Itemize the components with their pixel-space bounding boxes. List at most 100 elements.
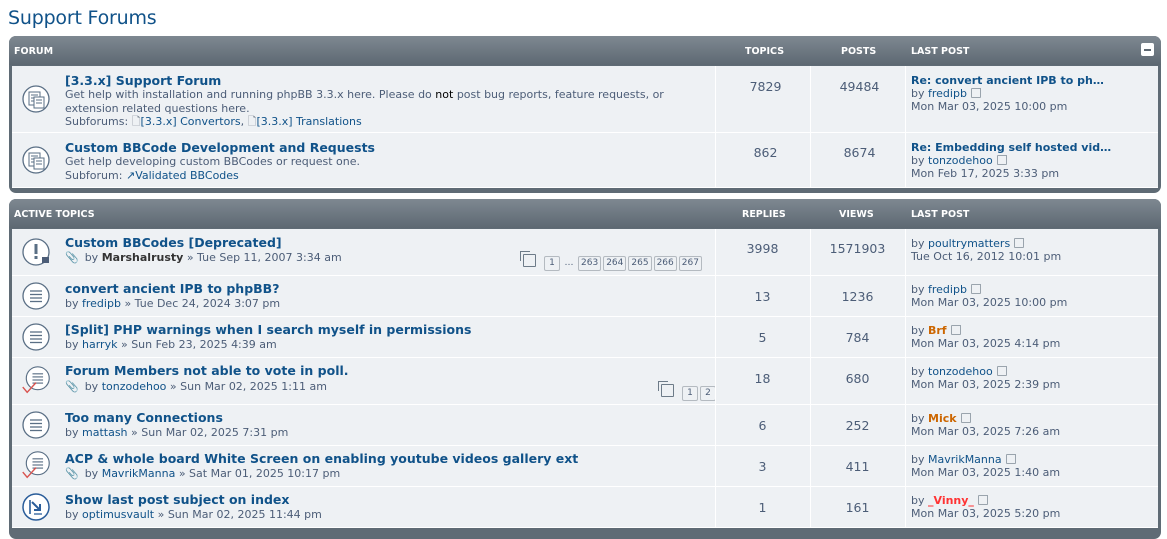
topic-meta: by fredipb » Tue Dec 24, 2024 3:07 pm: [65, 297, 281, 310]
topic-title[interactable]: Forum Members not able to vote in poll.: [65, 363, 349, 378]
last-post: by MavrikManna Mon Mar 03, 2025 1:40 am: [911, 453, 1061, 479]
last-post-date: Mon Mar 03, 2025 7:26 am: [911, 425, 1061, 438]
header-posts: POSTS: [841, 46, 877, 57]
view-latest-post-icon[interactable]: [977, 495, 988, 505]
last-post: Re: convert ancient IPB to ph… by fredip…: [911, 74, 1104, 113]
topic-meta: 📎 by tonzodehoo » Sun Mar 02, 2025 1:11 a…: [65, 380, 327, 393]
topic-row: convert ancient IPB to phpBB? by fredipb…: [12, 276, 1158, 317]
topic-read-icon: [22, 323, 50, 351]
topic-read-icon: [22, 411, 50, 439]
attachment-icon: 📎: [65, 251, 79, 264]
view-latest-post-icon[interactable]: [996, 155, 1007, 165]
view-latest-post-icon[interactable]: [1014, 238, 1025, 248]
last-post-user[interactable]: tonzodehoo: [928, 154, 993, 167]
last-post-date: Mon Mar 03, 2025 4:14 pm: [911, 337, 1061, 350]
last-post-user[interactable]: Mick: [928, 412, 957, 425]
forum-read-icon: [22, 146, 50, 174]
last-post-date: Mon Feb 17, 2025 3:33 pm: [911, 167, 1060, 180]
last-post-date: Mon Mar 03, 2025 2:39 pm: [911, 378, 1061, 391]
topic-author[interactable]: harryk: [82, 338, 117, 351]
last-post-title[interactable]: Re: Embedding self hosted vid…: [911, 141, 1111, 154]
topic-author[interactable]: tonzodehoo: [102, 380, 167, 393]
replies-count: 6: [758, 418, 767, 433]
topic-title[interactable]: Too many Connections: [65, 410, 223, 425]
forum-row: [3.3.x] Support Forum Get help with inst…: [12, 66, 1158, 133]
topic-meta: 📎 by MavrikManna » Sat Mar 01, 2025 10:17…: [65, 467, 341, 480]
view-latest-post-icon[interactable]: [970, 88, 981, 98]
views-count: 784: [845, 330, 870, 345]
last-post-user[interactable]: poultrymatters: [928, 237, 1010, 250]
replies-count: 3998: [746, 241, 779, 256]
topic-title[interactable]: convert ancient IPB to phpBB?: [65, 281, 279, 296]
last-post-date: Mon Mar 03, 2025 1:40 am: [911, 466, 1061, 479]
views-count: 1236: [841, 289, 874, 304]
topic-title[interactable]: [Split] PHP warnings when I search mysel…: [65, 322, 471, 337]
last-post: by poultrymatters Tue Oct 16, 2012 10:01…: [911, 237, 1062, 263]
last-post-date: Mon Mar 03, 2025 10:00 pm: [911, 100, 1068, 113]
views-count: 1571903: [829, 241, 886, 256]
views-count: 252: [845, 418, 870, 433]
page-link[interactable]: 1: [544, 256, 560, 271]
header-last-post: LAST POST: [911, 209, 970, 220]
posts-count: 8674: [843, 145, 876, 160]
pages-icon: [658, 381, 674, 397]
topic-row: ACP & whole board White Screen on enabli…: [12, 446, 1158, 487]
page-link[interactable]: 265: [628, 256, 652, 271]
forums-header: FORUM TOPICS POSTS LAST POST: [9, 36, 1161, 65]
topic-author[interactable]: fredipb: [82, 297, 121, 310]
topics-header: ACTIVE TOPICS REPLIES VIEWS LAST POST: [9, 199, 1161, 228]
page-link[interactable]: 264: [603, 256, 627, 271]
last-post-user[interactable]: fredipb: [928, 283, 967, 296]
subforums-label: Subforum:: [65, 168, 123, 182]
last-post: by Mick Mon Mar 03, 2025 7:26 am: [911, 412, 1061, 438]
view-latest-post-icon[interactable]: [950, 325, 961, 335]
subforum-link[interactable]: Validated BBCodes: [135, 169, 239, 182]
forum-title[interactable]: Custom BBCode Development and Requests: [65, 140, 375, 155]
topic-read-icon: [22, 282, 50, 310]
view-latest-post-icon[interactable]: [960, 413, 971, 423]
active-topics-panel: ACTIVE TOPICS REPLIES VIEWS LAST POST Cu…: [9, 199, 1161, 539]
topic-author[interactable]: mattash: [82, 426, 128, 439]
page-link[interactable]: 2: [700, 386, 716, 401]
view-latest-post-icon[interactable]: [996, 366, 1007, 376]
header-active-topics: ACTIVE TOPICS: [14, 209, 95, 220]
page-link[interactable]: 263: [578, 256, 602, 271]
pagination: 1 … 263 264 265 266 267: [520, 251, 702, 271]
subforum-link[interactable]: [3.3.x] Translations: [256, 115, 361, 128]
page-ellipsis: …: [564, 258, 574, 268]
page-link[interactable]: 1: [682, 386, 698, 401]
page-link[interactable]: 266: [653, 256, 677, 271]
last-post-user[interactable]: MavrikManna: [928, 453, 1002, 466]
last-post-user[interactable]: Brf: [928, 324, 947, 337]
replies-count: 5: [758, 330, 767, 345]
topic-author[interactable]: MavrikManna: [102, 467, 176, 480]
topic-author[interactable]: optimusvault: [82, 508, 154, 521]
last-post-user[interactable]: _Vinny_: [928, 494, 974, 507]
view-latest-post-icon[interactable]: [970, 284, 981, 294]
topic-author[interactable]: Marshalrusty: [102, 251, 184, 264]
last-post-title[interactable]: Re: convert ancient IPB to ph…: [911, 74, 1104, 87]
pages-icon: [520, 251, 536, 267]
collapse-button[interactable]: [1141, 43, 1154, 56]
attachment-icon: 📎: [65, 380, 79, 393]
forum-title[interactable]: [3.3.x] Support Forum: [65, 73, 221, 88]
topic-title[interactable]: Custom BBCodes [Deprecated]: [65, 235, 282, 250]
topic-title[interactable]: ACP & whole board White Screen on enabli…: [65, 451, 578, 466]
topic-row: [Split] PHP warnings when I search mysel…: [12, 317, 1158, 358]
last-post-user[interactable]: fredipb: [928, 87, 967, 100]
last-post: by Brf Mon Mar 03, 2025 4:14 pm: [911, 324, 1061, 350]
topic-row: Too many Connections by mattash » Sun Ma…: [12, 405, 1158, 446]
replies-count: 3: [758, 459, 767, 474]
page-link[interactable]: 267: [678, 256, 702, 271]
topic-row: Forum Members not able to vote in poll. …: [12, 358, 1158, 405]
last-post: Re: Embedding self hosted vid… by tonzod…: [911, 141, 1112, 180]
last-post-user[interactable]: tonzodehoo: [928, 365, 993, 378]
view-latest-post-icon[interactable]: [1005, 454, 1016, 464]
page-title[interactable]: Support Forums: [8, 7, 157, 29]
topic-title[interactable]: Show last post subject on index: [65, 492, 289, 507]
forum-read-icon: [22, 85, 50, 113]
topic-meta: by optimusvault » Sun Mar 02, 2025 11:44…: [65, 508, 322, 521]
views-count: 411: [845, 459, 870, 474]
last-post: by tonzodehoo Mon Mar 03, 2025 2:39 pm: [911, 365, 1061, 391]
subforum-link[interactable]: [3.3.x] Convertors: [141, 115, 241, 128]
